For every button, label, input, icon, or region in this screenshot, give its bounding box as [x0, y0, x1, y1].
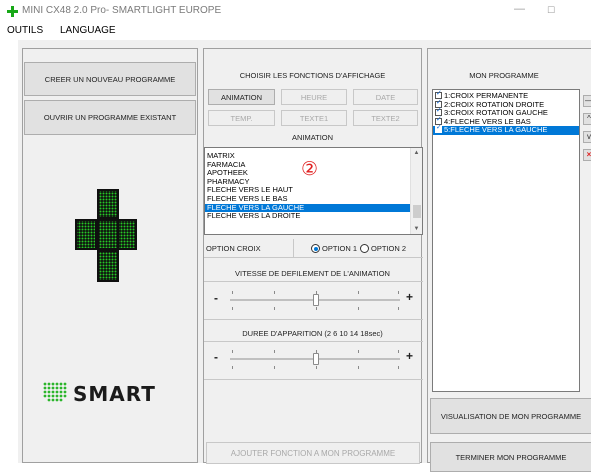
option2-label[interactable]: OPTION 2 [371, 244, 406, 253]
maximize-icon[interactable]: ☐ [547, 5, 555, 16]
animation-button[interactable]: ANIMATION [208, 89, 275, 105]
title-bar: MINI CX48 2.0 Pro- SMARTLIGHT EUROPE — ☐ [0, 0, 591, 23]
option2-radio[interactable] [360, 244, 369, 253]
texte1-button[interactable]: TEXTE1 [281, 110, 347, 126]
delete-icon[interactable]: × [583, 149, 591, 161]
program-header: MON PROGRAMME [469, 71, 539, 80]
option-croix-row: OPTION CROIX OPTION 1 OPTION 2 [204, 239, 423, 258]
temp-button[interactable]: TEMP. [208, 110, 275, 126]
smart-logo: SMART [41, 380, 191, 410]
duration-slider-thumb[interactable] [313, 353, 319, 365]
speed-minus[interactable]: - [214, 291, 218, 305]
logo-dots-icon [43, 382, 67, 402]
option-croix-label: OPTION CROIX [206, 244, 261, 253]
finish-program-button[interactable]: TERMINER MON PROGRAMME [430, 442, 591, 472]
chevron-down-icon[interactable]: v [583, 131, 591, 143]
duration-label: DUREE D'APPARITION (2 6 10 14 18sec) [242, 329, 383, 338]
heure-button[interactable]: HEURE [281, 89, 347, 105]
left-panel: CREER UN NOUVEAU PROGRAMME OUVRIR UN PRO… [22, 48, 198, 463]
speed-label: VITESSE DE DEFILEMENT DE L'ANIMATION [235, 269, 390, 278]
window-title: MINI CX48 2.0 Pro- SMARTLIGHT EUROPE [22, 5, 222, 16]
chevron-up-icon[interactable]: ^ [583, 113, 591, 125]
step-marker: ② [301, 159, 319, 180]
functions-header: CHOISIR LES FONCTIONS D'AFFICHAGE [239, 71, 386, 80]
client-area: CREER UN NOUVEAU PROGRAMME OUVRIR UN PRO… [18, 40, 591, 472]
logo-text: SMART [73, 382, 156, 406]
checkbox-icon[interactable] [435, 124, 442, 134]
create-program-button[interactable]: CREER UN NOUVEAU PROGRAMME [24, 62, 196, 96]
app-cross-icon [7, 6, 18, 17]
scroll-up-icon[interactable]: ▲ [411, 150, 422, 156]
right-panel: MON PROGRAMME 1:CROIX PERMANENTE2:CROIX … [427, 48, 591, 472]
add-function-button[interactable]: AJOUTER FONCTION A MON PROGRAMME [206, 442, 420, 464]
option1-label[interactable]: OPTION 1 [322, 244, 357, 253]
middle-panel: CHOISIR LES FONCTIONS D'AFFICHAGE ANIMAT… [203, 48, 423, 464]
program-item-label: 5:FLECHE VERS LA GAUCHE [444, 125, 548, 135]
open-program-button[interactable]: OUVRIR UN PROGRAMME EXISTANT [24, 100, 196, 135]
menu-outils[interactable]: OUTILS [7, 25, 43, 36]
green-cross-icon [75, 189, 137, 282]
scroll-thumb[interactable] [413, 205, 421, 218]
scroll-down-icon[interactable]: ▼ [411, 226, 422, 232]
speed-slider-thumb[interactable] [313, 294, 319, 306]
program-list-item[interactable]: 5:FLECHE VERS LA GAUCHE [433, 124, 579, 135]
animation-list-item[interactable]: FLECHE VERS LA DROITE [205, 212, 411, 221]
menu-bar: OUTILS LANGUAGE [0, 23, 591, 39]
duration-minus[interactable]: - [214, 350, 218, 364]
visualize-program-button[interactable]: VISUALISATION DE MON PROGRAMME [430, 398, 591, 434]
menu-language[interactable]: LANGUAGE [60, 25, 116, 36]
move-up-icon[interactable]: — [583, 95, 591, 107]
date-button[interactable]: DATE [353, 89, 418, 105]
program-list[interactable]: 1:CROIX PERMANENTE2:CROIX ROTATION DROIT… [432, 89, 580, 392]
animation-list-scrollbar[interactable]: ▲ ▼ [410, 148, 422, 234]
animation-list[interactable]: MATRIX FARMACIA APOTHEEK PHARMACY FLECHE VER… [204, 147, 423, 235]
texte2-button[interactable]: TEXTE2 [353, 110, 418, 126]
minimize-icon[interactable]: — [514, 3, 525, 15]
option1-radio[interactable] [311, 244, 320, 253]
speed-plus[interactable]: + [406, 290, 413, 304]
animation-section-label: ANIMATION [291, 133, 334, 142]
duration-plus[interactable]: + [406, 349, 413, 363]
